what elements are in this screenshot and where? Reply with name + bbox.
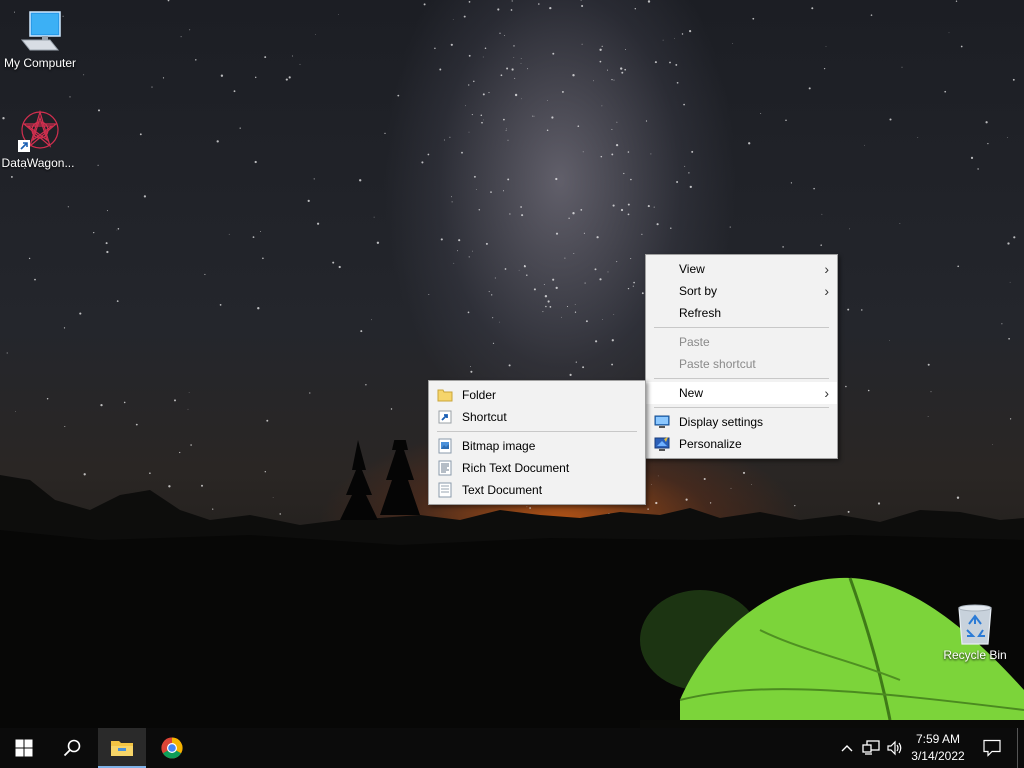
show-hidden-icons-button[interactable] bbox=[836, 728, 858, 768]
menu-item-label: Paste shortcut bbox=[679, 357, 756, 371]
menu-separator bbox=[654, 407, 829, 408]
network-icon bbox=[862, 740, 880, 755]
context-menu-item-display-settings[interactable]: Display settings bbox=[646, 411, 837, 433]
menu-item-label: View bbox=[679, 262, 705, 276]
context-menu-item-refresh[interactable]: Refresh bbox=[646, 302, 837, 324]
new-submenu-item-rich-text-document[interactable]: Rich Text Document bbox=[429, 457, 645, 479]
menu-item-label: Folder bbox=[462, 388, 497, 402]
chrome-icon bbox=[161, 737, 183, 759]
menu-item-label: Text Document bbox=[462, 483, 543, 497]
search-button[interactable] bbox=[48, 728, 96, 768]
new-submenu-item-shortcut[interactable]: Shortcut bbox=[429, 406, 645, 428]
clock-date: 3/14/2022 bbox=[911, 749, 965, 763]
context-menu-item-paste[interactable]: Paste bbox=[646, 331, 837, 353]
taskbar-file-explorer[interactable] bbox=[98, 728, 146, 768]
context-menu-item-view[interactable]: View › bbox=[646, 258, 837, 280]
network-button[interactable] bbox=[860, 728, 882, 768]
context-menu-item-personalize[interactable]: Personalize bbox=[646, 433, 837, 455]
new-submenu-item-folder[interactable]: Folder bbox=[429, 384, 645, 406]
display-icon bbox=[654, 415, 670, 428]
taskbar-chrome[interactable] bbox=[148, 728, 196, 768]
desktop-icon-label: DataWagon... bbox=[1, 156, 75, 170]
menu-item-label: Personalize bbox=[679, 437, 742, 451]
desktop-icon-my-computer[interactable]: My Computer bbox=[0, 10, 80, 70]
recycle-bin-icon bbox=[958, 604, 992, 645]
desktop-wallpaper[interactable]: My Computer DataWagon... Recycle Bin bbox=[0, 0, 1024, 728]
new-submenu-item-bitmap-image[interactable]: Bitmap image bbox=[429, 435, 645, 457]
desktop-context-menu: View › Sort by › Refresh Paste Paste sho… bbox=[645, 254, 838, 459]
desktop-icon-label: My Computer bbox=[3, 56, 77, 70]
context-menu-item-new[interactable]: New › bbox=[646, 382, 837, 404]
datawagon-shortcut-icon bbox=[18, 109, 59, 152]
chevron-right-icon: › bbox=[824, 261, 829, 277]
menu-separator bbox=[654, 378, 829, 379]
folder-icon bbox=[437, 389, 453, 402]
menu-item-label: Sort by bbox=[679, 284, 718, 298]
context-menu-item-paste-shortcut[interactable]: Paste shortcut bbox=[646, 353, 837, 375]
notifications-button[interactable] bbox=[980, 728, 1004, 768]
computer-icon bbox=[20, 11, 61, 51]
start-button[interactable] bbox=[0, 728, 48, 768]
desktop-icon-datawagon[interactable]: DataWagon... bbox=[0, 108, 78, 170]
menu-item-label: Shortcut bbox=[462, 410, 507, 424]
rich-text-icon bbox=[438, 460, 452, 476]
menu-separator bbox=[437, 431, 637, 432]
desktop-icon-recycle-bin[interactable]: Recycle Bin bbox=[935, 602, 1015, 662]
bitmap-icon bbox=[438, 438, 452, 454]
chevron-up-icon bbox=[841, 745, 853, 752]
shortcut-icon bbox=[438, 410, 452, 424]
menu-item-label: New bbox=[679, 386, 704, 400]
menu-separator bbox=[654, 327, 829, 328]
context-menu-item-sort-by[interactable]: Sort by › bbox=[646, 280, 837, 302]
start-icon bbox=[15, 739, 33, 757]
menu-item-label: Refresh bbox=[679, 306, 722, 320]
menu-item-label: Rich Text Document bbox=[462, 461, 570, 475]
menu-item-label: Paste bbox=[679, 335, 710, 349]
new-submenu: Folder Shortcut Bitmap image Rich Text D… bbox=[428, 380, 646, 505]
show-desktop-button[interactable] bbox=[1018, 728, 1024, 768]
text-document-icon bbox=[438, 482, 452, 498]
menu-item-label: Display settings bbox=[679, 415, 764, 429]
clock-time: 7:59 AM bbox=[915, 732, 961, 746]
search-icon bbox=[63, 739, 81, 757]
taskbar: 7:59 AM 3/14/2022 bbox=[0, 728, 1024, 768]
new-submenu-item-text-document[interactable]: Text Document bbox=[429, 479, 645, 501]
chevron-right-icon: › bbox=[824, 385, 829, 401]
menu-item-label: Bitmap image bbox=[462, 439, 536, 453]
taskbar-clock[interactable]: 7:59 AM 3/14/2022 bbox=[898, 731, 978, 765]
personalize-icon bbox=[654, 437, 670, 451]
desktop-icon-label: Recycle Bin bbox=[943, 648, 1007, 662]
notifications-icon bbox=[983, 739, 1001, 757]
chevron-right-icon: › bbox=[824, 283, 829, 299]
file-explorer-icon bbox=[111, 741, 133, 756]
